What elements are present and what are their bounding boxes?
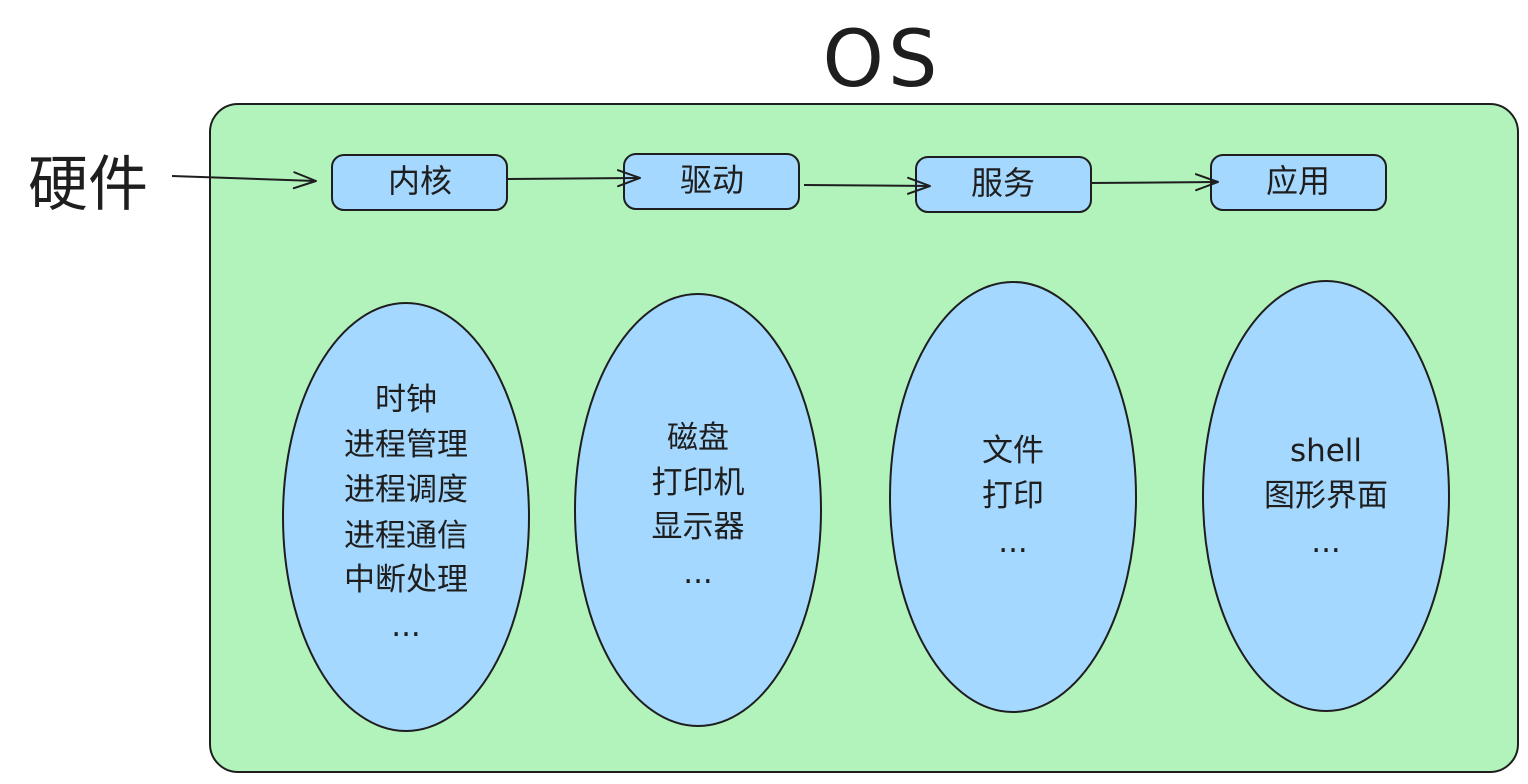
- detail-item: 磁盘: [667, 420, 729, 456]
- detail-item: 打印机: [652, 465, 745, 501]
- driver-to-service-arrow: [803, 176, 931, 195]
- detail-item: ...: [998, 524, 1028, 560]
- detail-oval: [282, 302, 530, 732]
- stage-label: 驱动: [680, 161, 744, 199]
- driver-details: 磁盘 打印机 显示器 ...: [574, 293, 822, 727]
- stage-application: 应用: [1210, 154, 1387, 211]
- detail-item: 时钟: [375, 382, 437, 418]
- application-details: shell 图形界面 ...: [1202, 280, 1450, 712]
- detail-item: ...: [1311, 524, 1341, 560]
- detail-item: ...: [683, 555, 713, 591]
- stage-label: 服务: [971, 164, 1035, 202]
- detail-item: ...: [391, 608, 421, 644]
- kernel-to-driver-arrow: [507, 169, 641, 188]
- stage-label: 应用: [1266, 162, 1330, 200]
- detail-item: 显示器: [652, 509, 745, 545]
- diagram-title: OS: [823, 15, 942, 105]
- detail-item: 文件: [982, 433, 1044, 469]
- kernel-details: 时钟 进程管理 进程调度 进程通信 中断处理 ...: [282, 302, 530, 732]
- service-to-application-arrow: [1089, 173, 1219, 192]
- stage-service: 服务: [915, 156, 1092, 213]
- detail-item: 打印: [982, 478, 1044, 514]
- detail-item: 中断处理: [344, 562, 468, 598]
- detail-item: 进程通信: [344, 518, 468, 554]
- detail-item: 图形界面: [1264, 478, 1388, 514]
- stage-kernel: 内核: [331, 154, 508, 211]
- service-details: 文件 打印 ...: [889, 281, 1137, 713]
- os-diagram: OS 硬件 内核 驱动 服务 应用 时钟 进程管理 进程调度 进程通信 中断处理…: [28, 15, 1519, 773]
- stage-label: 内核: [388, 162, 452, 200]
- detail-item: 进程调度: [344, 472, 468, 508]
- detail-item: shell: [1290, 433, 1362, 469]
- hardware-label: 硬件: [28, 150, 148, 220]
- stage-driver: 驱动: [623, 153, 800, 210]
- detail-item: 进程管理: [344, 427, 468, 463]
